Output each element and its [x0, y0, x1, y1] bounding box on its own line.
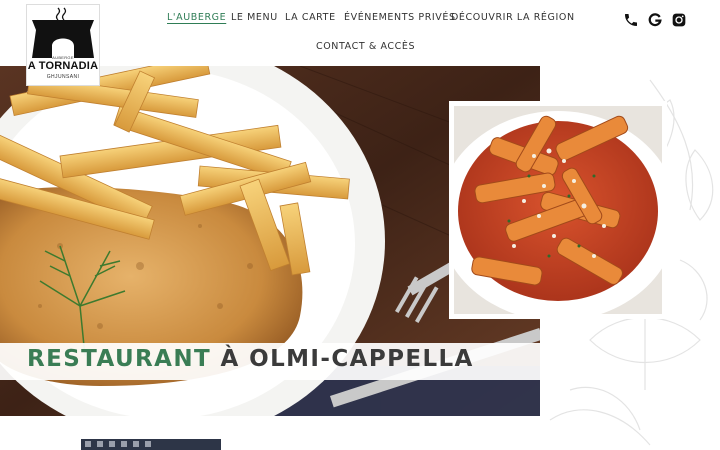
section-thumbnail	[81, 439, 221, 450]
phone-icon[interactable]	[622, 11, 640, 29]
house-icon	[32, 7, 94, 58]
site-logo[interactable]: AUBERGE A TORNADIA GHJUNSANI	[26, 4, 100, 86]
nav-item-region[interactable]: DÉCOUVRIR LA RÉGION	[451, 12, 575, 23]
instagram-icon[interactable]	[670, 11, 688, 29]
google-icon[interactable]	[646, 11, 664, 29]
logo-name: A TORNADIA	[27, 60, 99, 72]
nav-item-evenements[interactable]: ÉVÉNEMENTS PRIVÉS	[344, 12, 456, 23]
social-links	[622, 11, 688, 29]
hero-title-location: À OLMI-CAPPELLA	[220, 346, 474, 372]
hero-title-restaurant: RESTAURANT	[27, 346, 212, 372]
nav-item-contact[interactable]: CONTACT & ACCÈS	[316, 41, 415, 52]
logo-subtitle: GHJUNSANI	[46, 74, 80, 80]
nav-item-carte[interactable]: LA CARTE	[285, 12, 336, 23]
pasta-image	[449, 101, 667, 319]
site-header: L'AUBERGE LE MENU LA CARTE ÉVÉNEMENTS PR…	[0, 0, 720, 66]
nav-item-auberge[interactable]: L'AUBERGE	[167, 12, 226, 23]
nav-item-menu[interactable]: LE MENU	[231, 12, 278, 23]
main-nav: L'AUBERGE LE MENU LA CARTE ÉVÉNEMENTS PR…	[150, 0, 580, 66]
hero-title: RESTAURANT À OLMI-CAPPELLA	[27, 346, 474, 372]
